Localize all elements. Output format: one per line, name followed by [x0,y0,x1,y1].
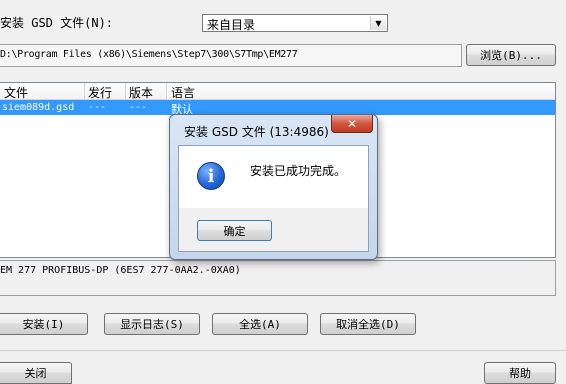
browse-button[interactable]: 浏览(B)... [466,44,556,66]
source-select-value: 来自目录 [207,18,256,32]
chevron-down-icon[interactable]: ▼ [370,16,386,30]
dialog-message-area: i 安装已成功完成。 [179,146,368,208]
show-log-button[interactable]: 显示日志(S) [104,313,200,335]
select-all-button[interactable]: 全选(A) [212,313,308,335]
dialog-message: 安装已成功完成。 [250,164,347,178]
column-divider[interactable] [125,83,126,99]
column-header-version[interactable]: 版本 [129,84,153,101]
path-field[interactable]: D:\Program Files (x86)\Siemens\Step7\300… [0,44,462,67]
source-select[interactable]: 来自目录 ▼ [202,14,388,32]
column-header-language[interactable]: 语言 [171,84,195,101]
version-cell: --- [129,102,148,113]
description-text: EM 277 PROFIBUS-DP (6ES7 277-0AA2.-0XA0) [0,265,241,276]
column-divider[interactable] [84,83,85,99]
dialog-body: i 安装已成功完成。 确定 [178,145,369,252]
file-cell: siem089d.gsd [2,102,75,113]
close-icon[interactable]: ✕ [331,115,373,133]
info-icon: i [197,162,225,190]
list-header: 文件 发行 版本 语言 [0,83,555,100]
close-button[interactable]: 关闭 [0,362,72,384]
install-button[interactable]: 安装(I) [0,313,88,335]
install-gsd-label: 安装 GSD 文件(N): [0,16,114,30]
divider [0,350,566,351]
list-item[interactable]: siem089d.gsd --- --- 默认 [0,100,555,116]
dialog-title: 安装 GSD 文件 (13:4986) [184,125,329,139]
install-complete-dialog: 安装 GSD 文件 (13:4986) ✕ i 安装已成功完成。 确定 [169,114,378,260]
release-cell: --- [88,102,107,113]
path-value: D:\Program Files (x86)\Siemens\Step7\300… [0,49,298,60]
ok-button[interactable]: 确定 [197,220,272,241]
column-header-release[interactable]: 发行 [88,84,112,101]
column-header-file[interactable]: 文件 [4,84,28,101]
deselect-all-button[interactable]: 取消全选(D) [320,313,416,335]
column-divider[interactable] [166,83,167,99]
help-button[interactable]: 帮助 [484,362,556,384]
description-box: EM 277 PROFIBUS-DP (6ES7 277-0AA2.-0XA0) [0,260,556,296]
